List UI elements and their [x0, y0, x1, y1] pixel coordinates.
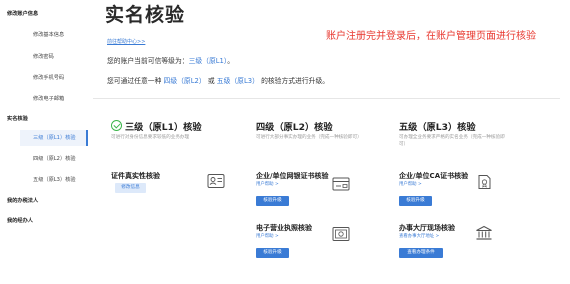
- annotation-text: 账户注册完并登录后，在账户管理页面进行核验: [326, 31, 536, 42]
- card-l2-item2-title: 电子营业执照核验: [256, 224, 312, 232]
- trust-level-prefix: 您的账户当前可信等级为：: [107, 57, 189, 65]
- sidebar-item-password[interactable]: 修改密码: [33, 53, 54, 61]
- card-l3-item1-title: 企业/单位CA证书核验: [399, 172, 469, 180]
- card-l3-item1-upgrade-button[interactable]: 核验升级: [399, 196, 432, 206]
- modify-info-button[interactable]: 修改信息: [115, 183, 146, 193]
- card-l1-title: 三级（原L1）核验: [125, 122, 202, 133]
- check-circle-icon: [111, 120, 122, 131]
- card-l1-desc: 可进行对身份信息要求较低的业务办理: [111, 135, 190, 140]
- sidebar: 修改账户信息 修改基本信息 修改密码 修改手机号码 修改电子邮箱 实名核验 三级…: [0, 0, 88, 284]
- view-conditions-button[interactable]: 查看办理条件: [399, 248, 443, 258]
- upgrade-suffix: 的核验方式进行升级。: [261, 77, 330, 85]
- card-l2-item2-help[interactable]: 用户帮助 >: [256, 233, 279, 239]
- card-l2-desc: 可进行大部分事实办理的业务（完成一种核验即可）: [256, 135, 362, 140]
- card-l3-item2-help[interactable]: 查看办事大厅地址 >: [399, 233, 439, 239]
- card-l1-item-title: 证件真实性核验: [111, 172, 160, 180]
- sidebar-item-l1[interactable]: 三级（原L1）核验: [33, 134, 76, 142]
- card-l2-item1-upgrade-button[interactable]: 核验升级: [256, 196, 289, 206]
- trust-level-suffix: 。: [227, 57, 235, 65]
- card-l3-item1-help[interactable]: 用户帮助 >: [399, 181, 422, 187]
- bank-card-icon: [332, 177, 350, 191]
- upgrade-prefix: 您可通过任意一种: [107, 77, 162, 85]
- sidebar-item-phone[interactable]: 修改手机号码: [33, 74, 64, 82]
- trust-level-line: 您的账户当前可信等级为：三级（原L1）。: [107, 55, 234, 65]
- trust-level-value: 三级（原L1）: [188, 57, 228, 65]
- card-l2-item2-upgrade-button[interactable]: 核验升级: [256, 248, 289, 258]
- business-license-icon: [332, 227, 350, 241]
- upgrade-link-l2[interactable]: 四级（原L2）: [164, 77, 206, 85]
- sidebar-group-account-info[interactable]: 修改账户信息: [7, 10, 38, 18]
- upgrade-or: 或: [207, 77, 215, 85]
- sidebar-group-agents[interactable]: 我的经办人: [7, 217, 33, 225]
- upgrade-link-l3[interactable]: 五级（原L3）: [217, 77, 259, 85]
- card-l3-desc: 可办理全业务要求严格的实名业务（完成一种核验即可）: [399, 135, 505, 147]
- card-l3-item2-title: 办事大厅现场核验: [399, 224, 455, 232]
- government-building-icon: [476, 225, 492, 240]
- id-card-icon: [207, 174, 225, 188]
- card-l2-item1-title: 企业/单位网银证书核验: [256, 172, 329, 180]
- sidebar-item-email[interactable]: 修改电子邮箱: [33, 95, 64, 103]
- sidebar-item-l2[interactable]: 四级（原L2）核验: [33, 155, 76, 163]
- upgrade-hint-line: 您可通过任意一种 四级（原L2） 或 五级（原L3） 的核验方式进行升级。: [107, 75, 329, 85]
- verification-panel: 三级（原L1）核验 可进行对身份信息要求较低的业务办理 证件真实性核验 修改信息…: [93, 98, 560, 278]
- sidebar-item-l3[interactable]: 五级（原L3）核验: [33, 176, 76, 184]
- card-l2-item1-help[interactable]: 用户帮助 >: [256, 181, 279, 187]
- sidebar-item-basic-info[interactable]: 修改基本信息: [33, 31, 64, 39]
- sidebar-group-verification[interactable]: 实名核验: [7, 115, 28, 123]
- sidebar-group-tax-legal[interactable]: 我的办税法人: [7, 197, 38, 205]
- card-l3-title: 五级（原L3）核验: [399, 122, 476, 133]
- page-title: 实名核验: [105, 4, 186, 26]
- card-l2-title: 四级（原L2）核验: [256, 122, 333, 133]
- help-center-link[interactable]: 前往帮助中心>>: [107, 38, 145, 45]
- certificate-icon: [478, 175, 491, 189]
